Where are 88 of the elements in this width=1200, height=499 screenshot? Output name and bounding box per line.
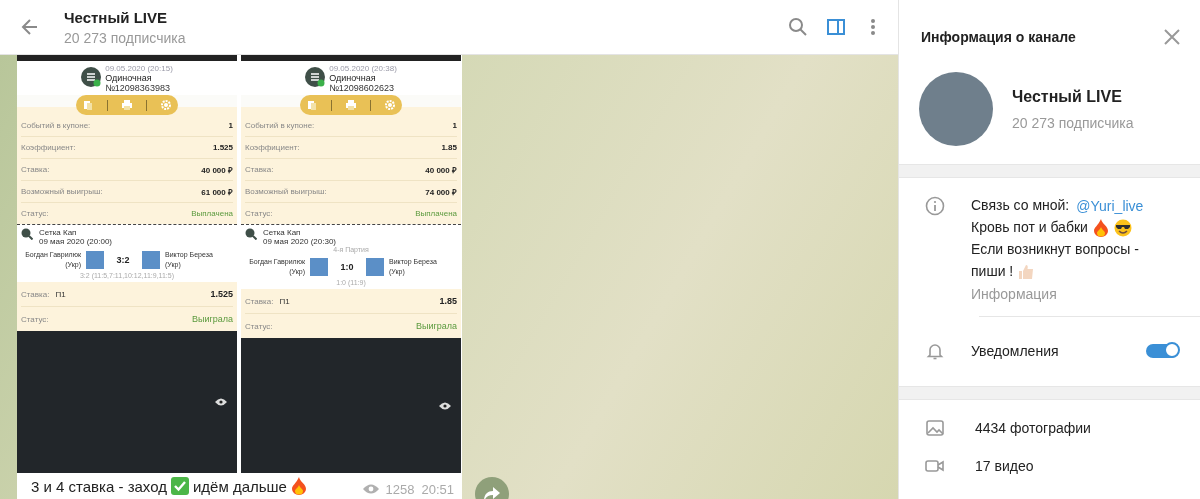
row-label: Событий в купоне: (21, 121, 91, 130)
info-icon (925, 196, 945, 216)
description-text: Кровь пот и бабки (971, 218, 1088, 237)
row-value: 61 000 ₽ (201, 187, 233, 197)
row-label: Статус: (21, 209, 49, 218)
coupon-date: 09.05.2020 (20:15) (105, 64, 173, 73)
forward-arrow-icon (484, 487, 500, 499)
copy-icon[interactable] (307, 100, 317, 110)
caption-text: 3 и 4 ставка - заход (31, 477, 167, 495)
row-label: Возможный выигрыш: (245, 187, 327, 196)
settings-icon[interactable] (161, 100, 171, 110)
row-value: 1.85 (439, 296, 457, 306)
row-value: Выплачена (191, 209, 233, 218)
row-label: Ставка: (21, 289, 50, 299)
notifications-toggle[interactable] (1146, 344, 1178, 358)
fire-icon (290, 477, 307, 495)
views-icon (362, 484, 379, 494)
media-count[interactable]: 4434 фотографии (975, 418, 1091, 438)
row-value: Выплачена (415, 209, 457, 218)
sunglasses-face-icon (1113, 218, 1132, 237)
event-date: 09 мая 2020 (20:00) (39, 237, 112, 246)
sidebar-toggle-icon[interactable] (826, 17, 846, 37)
tournament-name: Сетка Кап (39, 228, 78, 237)
row-label: Статус: (21, 314, 49, 324)
subscriber-count: 20 273 подписчика (64, 29, 187, 46)
row-value: 1.525 (212, 143, 233, 152)
fire-icon (1092, 218, 1109, 237)
row-label: Ставка: (21, 165, 50, 174)
info-label: Информация (971, 286, 1058, 302)
coupon-number: №12098602623 (329, 83, 395, 93)
image-icon (925, 418, 945, 438)
eye-icon (439, 401, 451, 410)
caption-text: идём дальше (192, 477, 287, 495)
check-mark-icon (170, 477, 189, 495)
search-icon[interactable] (788, 17, 808, 37)
row-label: Возможный выигрыш: (21, 187, 103, 196)
notifications-label: Уведомления (971, 341, 1060, 361)
photo-placeholder (86, 251, 104, 269)
bet-pick: П1 (279, 296, 290, 306)
row-value: 1.85 (441, 143, 457, 152)
coupon-type: Одиночная (105, 73, 153, 83)
close-icon[interactable] (1164, 29, 1180, 45)
description-text: пиши ! (971, 262, 1014, 281)
row-label: Ставка: (245, 296, 274, 306)
channel-title: Честный LIVE (64, 8, 168, 26)
row-label: Статус: (245, 321, 273, 331)
message-time: 20:51 (421, 481, 454, 497)
username-link[interactable]: @Yuri_live (1076, 197, 1144, 214)
row-value: 1 (452, 121, 457, 130)
settings-icon[interactable] (385, 100, 395, 110)
row-value: 74 000 ₽ (425, 187, 457, 197)
eye-icon (215, 398, 227, 406)
tournament-name: Сетка Кап (263, 228, 302, 237)
row-label: Коэффициент: (21, 143, 76, 152)
view-count: 1258 (385, 481, 415, 497)
print-icon[interactable] (346, 100, 356, 110)
row-value: 1 (228, 121, 233, 130)
event-date: 09 мая 2020 (20:30) (263, 237, 336, 246)
photo-placeholder (366, 258, 384, 276)
media-count[interactable]: 17 видео (975, 456, 1034, 476)
panel-title: Информация о канале (921, 29, 1076, 45)
back-arrow-icon[interactable] (20, 17, 40, 37)
subscriber-count: 20 273 подписчика (1012, 114, 1134, 131)
row-value: Выиграла (191, 314, 233, 324)
row-value: 40 000 ₽ (201, 165, 233, 175)
bell-icon (925, 341, 945, 361)
contact-label: Связь со мной: (971, 196, 1070, 215)
description-text: Если возникнут вопросы - (971, 240, 1140, 259)
bet-pick: П1 (55, 289, 66, 299)
row-value: Выиграла (415, 321, 457, 331)
print-icon[interactable] (122, 100, 132, 110)
match-score: 3:2 (115, 255, 131, 265)
photo-placeholder (142, 251, 160, 269)
row-label: Коэффициент: (245, 143, 300, 152)
row-label: Событий в купоне: (245, 121, 315, 130)
photo-placeholder (310, 258, 328, 276)
coupon-type: Одиночная (329, 73, 377, 83)
match-score: 1:0 (339, 262, 355, 272)
row-label: Статус: (245, 209, 273, 218)
channel-name: Честный LIVE (1012, 87, 1123, 106)
copy-icon[interactable] (83, 100, 93, 110)
row-value: 1.525 (210, 289, 233, 299)
thumbs-up-icon (1018, 263, 1035, 280)
coupon-number: №12098363983 (105, 83, 171, 93)
row-label: Ставка: (245, 165, 274, 174)
row-value: 40 000 ₽ (425, 165, 457, 175)
coupon-date: 09.05.2020 (20:38) (329, 64, 397, 73)
more-icon[interactable] (870, 17, 876, 37)
